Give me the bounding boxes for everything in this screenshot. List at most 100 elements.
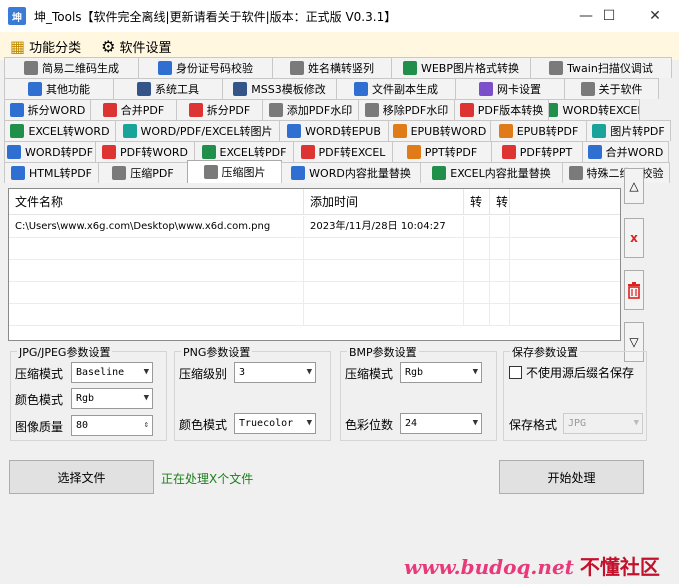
png-color-mode-select[interactable]: Truecolor ▼ bbox=[234, 413, 316, 434]
image-icon bbox=[122, 124, 137, 138]
tab-excel-4-2[interactable]: EXCEL转PDF bbox=[194, 141, 294, 162]
app-window: 坤 坤_Tools【软件完全离线|更新请看关于软件|版本：正式版 V0.3.1】… bbox=[0, 0, 679, 584]
tab-id-card-0-1[interactable]: 身份证号码校验 bbox=[138, 57, 273, 78]
header-convert-1[interactable]: 转 bbox=[464, 189, 490, 215]
tab-label: PDF转WORD bbox=[119, 146, 189, 159]
tab-row: 其他功能 系统工具 MSS3模板修改 文件副本生成 网卡设置 关于软件 bbox=[4, 78, 659, 99]
tab-gear-1-1[interactable]: 系统工具 bbox=[113, 78, 223, 99]
tab-image-0-3[interactable]: WEBP图片格式转换 bbox=[391, 57, 531, 78]
tab-pdf-2-2[interactable]: 拆分PDF bbox=[176, 99, 263, 120]
remove-icon: x bbox=[630, 231, 638, 245]
remove-item-button[interactable]: x bbox=[624, 218, 644, 258]
tab-info-1-5[interactable]: 关于软件 bbox=[564, 78, 659, 99]
tab-pdf-4-1[interactable]: PDF转WORD bbox=[95, 141, 195, 162]
excel-icon bbox=[549, 103, 559, 117]
tab-label: 合并WORD bbox=[605, 146, 664, 159]
jpg-compress-mode-select[interactable]: Baseline ▼ bbox=[71, 362, 153, 383]
tab-qrcode-5-5[interactable]: 特殊二维码校验 bbox=[562, 162, 670, 183]
spin-icon: ⇕ bbox=[143, 420, 149, 430]
png-color-mode-label: 颜色模式 bbox=[179, 418, 228, 432]
table-row bbox=[9, 282, 620, 304]
tab-watermark-2-3[interactable]: 添加PDF水印 bbox=[262, 99, 359, 120]
name-icon bbox=[290, 61, 304, 75]
tab-image-3-5[interactable]: 图片转PDF bbox=[586, 120, 671, 141]
file-list-header: 文件名称 添加时间 转 转 bbox=[9, 189, 620, 215]
tab-label: 系统工具 bbox=[155, 83, 199, 96]
select-file-button[interactable]: 选择文件 bbox=[9, 460, 154, 494]
tab-pdf-2-1[interactable]: 合并PDF bbox=[90, 99, 177, 120]
save-format-value: JPG bbox=[568, 418, 587, 429]
trash-icon bbox=[628, 282, 640, 299]
excel-icon bbox=[201, 145, 216, 159]
tab-label: WORD转EXCEL bbox=[562, 104, 640, 117]
tab-label: WORD转EPUB bbox=[305, 125, 381, 138]
tab-word-5-3[interactable]: WORD内容批量替换 bbox=[281, 162, 421, 183]
tab-epub-3-4[interactable]: EPUB转PDF bbox=[490, 120, 587, 141]
file-list[interactable]: 文件名称 添加时间 转 转 C:\Users\www.x6g.com\Deskt… bbox=[8, 188, 621, 341]
tab-label: PDF转EXCEL bbox=[318, 146, 386, 159]
tab-excel-2-6[interactable]: WORD转EXCEL bbox=[548, 99, 640, 120]
tab-watermark-2-4[interactable]: 移除PDF水印 bbox=[358, 99, 455, 120]
png-group-title: PNG参数设置 bbox=[181, 344, 253, 360]
pdf-icon bbox=[188, 103, 203, 117]
tab-compress-5-1[interactable]: 压缩PDF bbox=[98, 162, 188, 183]
jpg-compress-mode-label: 压缩模式 bbox=[15, 367, 64, 381]
qrcode-icon bbox=[568, 166, 583, 180]
tab-pdf-4-5[interactable]: PDF转PPT bbox=[491, 141, 583, 162]
menu-settings-label: 软件设置 bbox=[119, 40, 172, 56]
tab-ppt-4-4[interactable]: PPT转PDF bbox=[392, 141, 492, 162]
tab-excel-5-4[interactable]: EXCEL内容批量替换 bbox=[420, 162, 563, 183]
table-row[interactable]: C:\Users\www.x6g.com\Desktop\www.x6d.com… bbox=[9, 216, 620, 238]
tab-label: WORD内容批量替换 bbox=[309, 167, 411, 180]
header-convert-2[interactable]: 转 bbox=[490, 189, 510, 215]
window-title: 坤_Tools【软件完全离线|更新请看关于软件|版本：正式版 V0.3.1】 bbox=[34, 9, 397, 24]
tab-word-4-6[interactable]: 合并WORD bbox=[582, 141, 669, 162]
tab-file-copy-1-3[interactable]: 文件副本生成 bbox=[336, 78, 456, 99]
header-added-time[interactable]: 添加时间 bbox=[304, 189, 464, 215]
tab-excel-3-0[interactable]: EXCEL转WORD bbox=[4, 120, 116, 141]
tab-pdf-2-5[interactable]: PDF版本转换 bbox=[454, 99, 549, 120]
bmp-depth-label: 色彩位数 bbox=[345, 418, 394, 432]
header-file-name[interactable]: 文件名称 bbox=[9, 189, 304, 215]
tab-epub-3-3[interactable]: EPUB转WORD bbox=[388, 120, 491, 141]
tab-network-1-4[interactable]: 网卡设置 bbox=[455, 78, 565, 99]
move-up-button[interactable]: △ bbox=[624, 168, 644, 204]
tab-html-5-0[interactable]: HTML转PDF bbox=[4, 162, 99, 183]
watermark-icon bbox=[364, 103, 379, 117]
save-group-title: 保存参数设置 bbox=[510, 344, 580, 360]
tab-word-4-0[interactable]: WORD转PDF bbox=[4, 141, 96, 162]
start-process-button[interactable]: 开始处理 bbox=[499, 460, 644, 494]
tab-name-0-2[interactable]: 姓名横转竖列 bbox=[272, 57, 392, 78]
close-button[interactable]: ✕ bbox=[632, 0, 678, 32]
menu-category[interactable]: ▦ 功能分类 bbox=[10, 37, 81, 56]
tab-word-2-0[interactable]: 拆分WORD bbox=[4, 99, 91, 120]
tab-pdf-4-3[interactable]: PDF转EXCEL bbox=[293, 141, 393, 162]
bmp-depth-select[interactable]: 24 ▼ bbox=[400, 413, 482, 434]
keep-suffix-label[interactable]: 不使用源后缀名保存 bbox=[526, 364, 634, 381]
image-icon bbox=[592, 124, 607, 138]
tab-label: 合并PDF bbox=[120, 104, 165, 117]
tab-row: 简易二维码生成 身份证号码校验 姓名横转竖列 WEBP图片格式转换 Twain扫描仪调试 bbox=[4, 57, 672, 78]
tab-word-3-2[interactable]: WORD转EPUB bbox=[279, 120, 389, 141]
tab-scanner-0-4[interactable]: Twain扫描仪调试 bbox=[530, 57, 672, 78]
save-format-select[interactable]: JPG ▼ bbox=[563, 413, 643, 434]
gear-icon: ⚙ bbox=[101, 36, 116, 56]
tab-image-3-1[interactable]: WORD/PDF/EXCEL转图片 bbox=[115, 120, 280, 141]
menu-settings[interactable]: ⚙ 软件设置 bbox=[101, 37, 171, 56]
tab-gear-1-2[interactable]: MSS3模板修改 bbox=[222, 78, 337, 99]
word-icon bbox=[287, 124, 302, 138]
tab-qrcode-0-0[interactable]: 简易二维码生成 bbox=[4, 57, 139, 78]
tab-other-1-0[interactable]: 其他功能 bbox=[4, 78, 114, 99]
pdf-icon bbox=[501, 145, 516, 159]
clear-list-button[interactable] bbox=[624, 270, 644, 310]
keep-suffix-checkbox[interactable] bbox=[509, 366, 522, 379]
tab-label: EXCEL转WORD bbox=[28, 125, 110, 138]
maximize-button[interactable]: ☐ bbox=[586, 0, 632, 32]
tab-compress-5-2[interactable]: 压缩图片 bbox=[187, 160, 282, 183]
jpg-color-mode-select[interactable]: Rgb ▼ bbox=[71, 388, 153, 409]
bmp-compress-mode-select[interactable]: Rgb ▼ bbox=[400, 362, 482, 383]
jpg-quality-stepper[interactable]: 80 ⇕ bbox=[71, 415, 153, 436]
title-bar: 坤 坤_Tools【软件完全离线|更新请看关于软件|版本：正式版 V0.3.1】… bbox=[0, 0, 679, 32]
tab-label: 简易二维码生成 bbox=[42, 62, 119, 75]
png-level-select[interactable]: 3 ▼ bbox=[234, 362, 316, 383]
